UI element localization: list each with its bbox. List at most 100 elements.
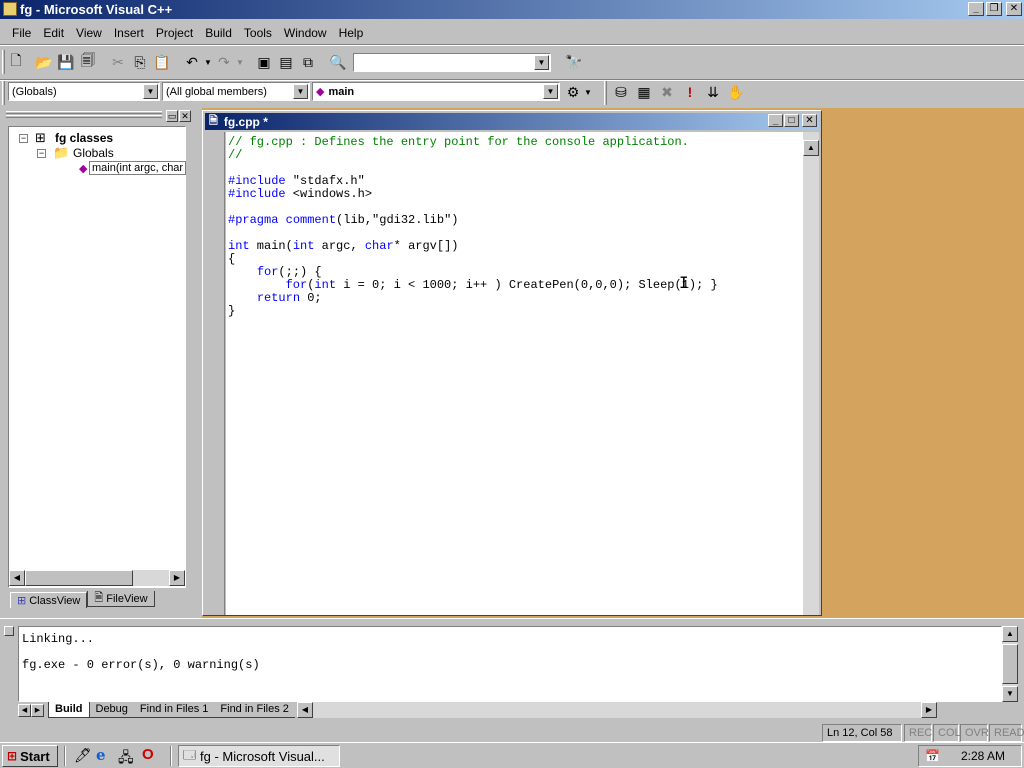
code-line[interactable]: #include <windows.h> bbox=[228, 188, 804, 201]
members-combo-arrow[interactable]: ▼ bbox=[293, 84, 308, 99]
redo-icon[interactable]: ↷ bbox=[213, 51, 235, 73]
editor-minimize-button[interactable]: _ bbox=[768, 114, 783, 127]
function-combo[interactable]: ◆ main ▼ bbox=[312, 82, 560, 101]
output-tab-build[interactable]: Build bbox=[48, 702, 90, 718]
output-tab-debug[interactable]: Debug bbox=[89, 702, 134, 718]
menu-project[interactable]: Project bbox=[150, 26, 199, 40]
code-line[interactable]: // fg.cpp : Defines the entry point for … bbox=[228, 136, 804, 149]
stop-build-icon[interactable]: ✖ bbox=[656, 81, 678, 103]
code-token: * argv[]) bbox=[393, 239, 459, 253]
scroll-left-button[interactable]: ◀ bbox=[9, 570, 25, 586]
tree-collapse-globals[interactable]: − bbox=[37, 149, 46, 158]
output-tab-find1[interactable]: Find in Files 1 bbox=[133, 702, 215, 718]
close-button[interactable]: ✕ bbox=[1006, 2, 1022, 16]
undo-icon[interactable]: ↶ bbox=[181, 51, 203, 73]
tree-root-label[interactable]: fg classes bbox=[55, 131, 113, 145]
classes-icon: ⊞ bbox=[35, 130, 46, 145]
tab-fileview[interactable]: 🗎 FileView bbox=[87, 591, 155, 607]
build-icon[interactable]: ▦ bbox=[633, 81, 655, 103]
redo-dropdown-icon[interactable]: ▼ bbox=[235, 51, 245, 73]
status-rec: REC bbox=[904, 724, 932, 742]
menu-window[interactable]: Window bbox=[278, 26, 333, 40]
tree-collapse-root[interactable]: − bbox=[19, 134, 28, 143]
go-icon[interactable]: ⇊ bbox=[702, 81, 724, 103]
editor-close-button[interactable]: ✕ bbox=[802, 114, 817, 127]
workspace-dock-button[interactable]: ▭ bbox=[166, 110, 178, 122]
output-tab-scroll-right[interactable]: ▶ bbox=[31, 703, 44, 717]
find-combo-arrow[interactable]: ▼ bbox=[534, 54, 549, 70]
cut-icon[interactable]: ✂ bbox=[107, 51, 129, 73]
find-combo[interactable]: ▼ bbox=[353, 52, 551, 72]
tree-folder-label[interactable]: Globals bbox=[73, 146, 114, 160]
workspace-icon[interactable]: ▣ bbox=[253, 51, 275, 73]
output-hscroll-left[interactable]: ◀ bbox=[296, 702, 313, 718]
menu-file[interactable]: File bbox=[0, 26, 37, 40]
editor-maximize-button[interactable]: □ bbox=[784, 114, 799, 127]
opera-icon[interactable]: O bbox=[142, 746, 154, 763]
tab-classview[interactable]: ⊞ ClassView bbox=[10, 592, 88, 608]
paste-icon[interactable]: 📋 bbox=[151, 51, 173, 73]
open-folder-icon[interactable]: 📂 bbox=[33, 51, 55, 73]
window-list-icon[interactable]: ⧉ bbox=[297, 51, 319, 73]
app-icon[interactable] bbox=[3, 2, 17, 16]
app-title-bar[interactable]: fg - Microsoft Visual C++ _ ❐ ✕ bbox=[0, 0, 1024, 19]
minimize-button[interactable]: _ bbox=[968, 2, 984, 16]
output-tab-scroll-left[interactable]: ◀ bbox=[18, 703, 31, 717]
find-icon[interactable]: 🔭 bbox=[563, 51, 585, 73]
menu-insert[interactable]: Insert bbox=[108, 26, 150, 40]
output-vscrollbar[interactable]: ▲ ▼ bbox=[1002, 626, 1018, 702]
save-all-icon[interactable]: 🗐 bbox=[77, 51, 99, 73]
scroll-right-button[interactable]: ▶ bbox=[169, 570, 185, 586]
code-line[interactable]: // bbox=[228, 149, 804, 162]
compile-icon[interactable]: ⛁ bbox=[610, 81, 632, 103]
output-window-icon[interactable]: ▤ bbox=[275, 51, 297, 73]
network-icon[interactable]: 🖧 bbox=[118, 747, 134, 768]
tree-item-main[interactable]: main(int argc, char bbox=[89, 161, 187, 175]
members-combo[interactable]: (All global members) ▼ bbox=[162, 82, 310, 101]
show-desktop-icon[interactable]: 🖊 bbox=[74, 747, 92, 764]
output-tab-find2[interactable]: Find in Files 2 bbox=[214, 702, 295, 718]
code-line[interactable]: } bbox=[228, 305, 804, 318]
internet-explorer-icon[interactable]: e bbox=[96, 746, 106, 764]
function-combo-arrow[interactable]: ▼ bbox=[543, 84, 558, 99]
taskbar-task-vc[interactable]: 🗔 fg - Microsoft Visual... bbox=[178, 745, 340, 767]
breakpoint-hand-icon[interactable]: ✋ bbox=[725, 81, 747, 103]
scope-combo-arrow[interactable]: ▼ bbox=[143, 84, 158, 99]
output-text[interactable]: Linking... fg.exe - 0 error(s), 0 warnin… bbox=[18, 626, 1002, 702]
scroll-up-button[interactable]: ▲ bbox=[803, 140, 819, 156]
editor-vscrollbar[interactable]: ▲ bbox=[803, 132, 819, 615]
save-icon[interactable]: 💾 bbox=[55, 51, 77, 73]
execute-icon[interactable]: ! bbox=[679, 81, 701, 103]
tray-scheduler-icon[interactable]: 📅 bbox=[925, 749, 940, 763]
scope-combo[interactable]: (Globals) ▼ bbox=[8, 82, 160, 101]
wizard-action-icon[interactable]: ⚙ bbox=[562, 81, 584, 103]
menu-help[interactable]: Help bbox=[333, 26, 370, 40]
code-editor[interactable]: // fg.cpp : Defines the entry point for … bbox=[226, 132, 804, 615]
undo-dropdown-icon[interactable]: ▼ bbox=[203, 51, 213, 73]
menu-build[interactable]: Build bbox=[199, 26, 238, 40]
code-line[interactable]: #pragma comment(lib,"gdi32.lib") bbox=[228, 214, 804, 227]
wizard-action-dropdown-icon[interactable]: ▼ bbox=[582, 81, 594, 103]
output-hscrollbar[interactable]: ◀ ▶ bbox=[296, 702, 937, 718]
editor-title-bar[interactable]: 🗎 fg.cpp * _ □ ✕ bbox=[205, 113, 819, 130]
workspace-close-button[interactable]: ✕ bbox=[179, 110, 191, 122]
menu-edit[interactable]: Edit bbox=[37, 26, 70, 40]
code-line[interactable]: return 0; bbox=[228, 292, 804, 305]
output-hscroll-right[interactable]: ▶ bbox=[920, 702, 937, 718]
output-dock-handle[interactable] bbox=[4, 626, 14, 636]
output-scroll-up[interactable]: ▲ bbox=[1002, 626, 1018, 642]
code-line[interactable]: int main(int argc, char* argv[]) bbox=[228, 240, 804, 253]
output-vscroll-thumb[interactable] bbox=[1002, 644, 1018, 684]
output-scroll-down[interactable]: ▼ bbox=[1002, 686, 1018, 702]
menu-view[interactable]: View bbox=[70, 26, 108, 40]
find-in-files-icon[interactable]: 🔍 bbox=[327, 51, 349, 73]
clock[interactable]: 2:28 AM bbox=[961, 749, 1005, 763]
new-text-file-icon[interactable]: 🗋 bbox=[5, 51, 27, 73]
editor-selection-margin[interactable] bbox=[205, 132, 225, 615]
maximize-button[interactable]: ❐ bbox=[986, 2, 1002, 16]
tree-hscrollbar[interactable]: ◀ ▶ bbox=[9, 570, 185, 586]
hscroll-thumb[interactable] bbox=[25, 570, 133, 586]
copy-icon[interactable]: ⎘ bbox=[129, 51, 151, 73]
start-button[interactable]: ⊞ Start bbox=[2, 745, 58, 767]
menu-tools[interactable]: Tools bbox=[238, 26, 278, 40]
